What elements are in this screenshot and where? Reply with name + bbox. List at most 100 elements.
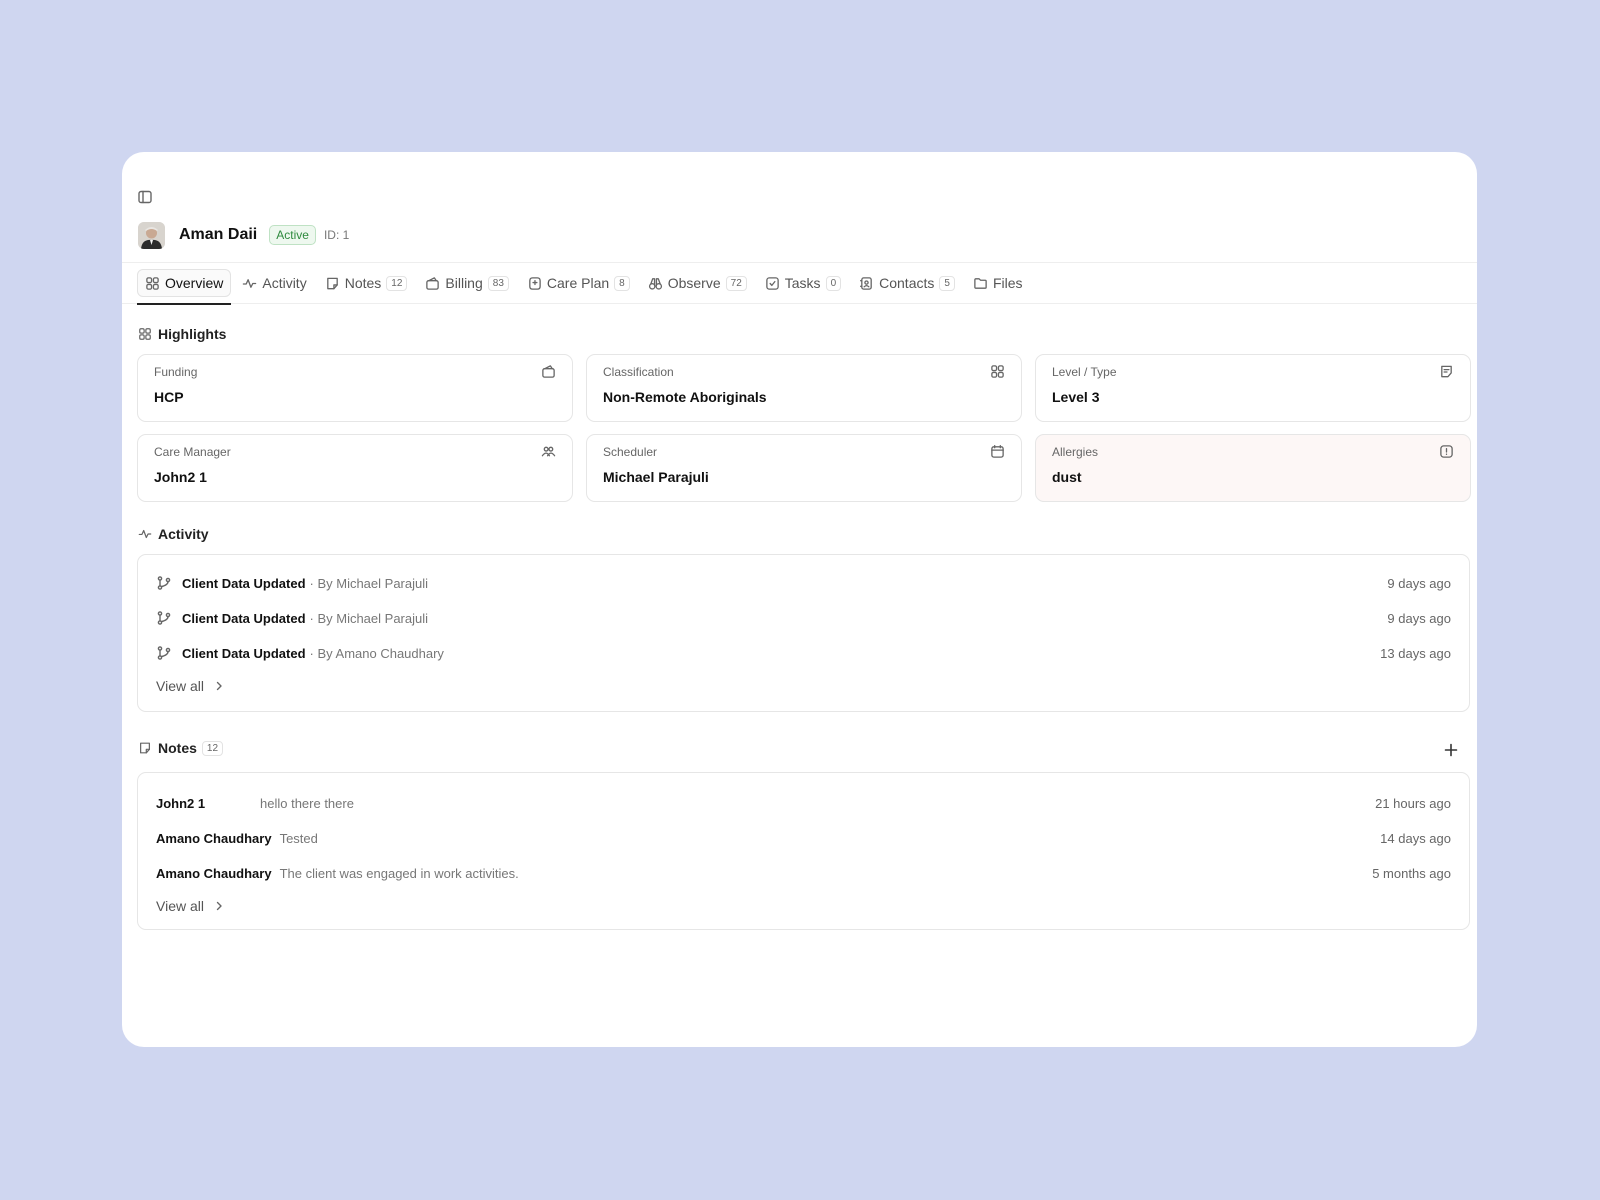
tab-billing[interactable]: Billing 83 (418, 269, 515, 297)
tab-count: 0 (825, 275, 842, 291)
client-window: Aman Daii Active ID: 1 Overview Activity… (122, 152, 1477, 1047)
notes-heading: Notes 12 (138, 740, 224, 756)
activity-item[interactable]: Client Data Updated · By Michael Parajul… (156, 572, 1451, 594)
care-manager-card: Care Manager John2 1 (137, 434, 573, 502)
note-time: 5 months ago (1372, 865, 1451, 881)
section-title: Notes (158, 740, 197, 756)
card-label: Scheduler (603, 445, 658, 459)
card-label: Funding (154, 365, 198, 379)
card-label: Classification (603, 365, 674, 379)
card-label: Care Manager (154, 445, 231, 459)
scheduler-card: Scheduler Michael Parajuli (586, 434, 1022, 502)
notes-icon (326, 277, 338, 289)
activity-author: · By Amano Chaudhary (309, 645, 444, 661)
folder-icon (974, 277, 987, 289)
card-value: John2 1 (154, 469, 207, 485)
tab-count: 5 (939, 275, 955, 291)
tab-notes[interactable]: Notes 12 (318, 269, 415, 297)
git-branch-icon (157, 576, 171, 590)
section-title: Activity (158, 526, 209, 542)
tab-count: 83 (487, 275, 509, 291)
activity-title: Client Data Updated (182, 645, 306, 661)
status-badge: Active (269, 225, 316, 245)
alert-icon (1440, 445, 1453, 458)
tab-label: Billing (445, 275, 483, 291)
card-label: Allergies (1052, 445, 1099, 459)
tab-contacts[interactable]: Contacts 5 (852, 269, 962, 297)
tab-label: Files (992, 275, 1023, 291)
chevron-right-icon (216, 681, 222, 691)
view-all-label: View all (156, 678, 204, 694)
client-name: Aman Daii (179, 226, 258, 243)
note-item[interactable]: John2 1 hello there there 21 hours ago (156, 792, 1451, 814)
tab-count: 72 (725, 275, 747, 291)
notes-icon (140, 742, 150, 754)
note-time: 14 days ago (1380, 830, 1451, 846)
client-id: ID: 1 (323, 228, 350, 242)
tab-observe[interactable]: Observe 72 (641, 269, 754, 297)
note-text: Tested (279, 830, 318, 846)
sidebar-toggle-icon[interactable] (137, 189, 153, 205)
tab-files[interactable]: Files (966, 269, 1030, 297)
highlights-icon (139, 328, 151, 340)
check-square-icon (765, 276, 779, 290)
notes-count: 12 (201, 740, 224, 756)
card-value: dust (1052, 469, 1082, 485)
activity-title: Client Data Updated (182, 610, 306, 626)
care-plan-icon (529, 276, 541, 290)
activity-item[interactable]: Client Data Updated · By Amano Chaudhary… (156, 642, 1451, 664)
view-all-label: View all (156, 898, 204, 914)
activity-author: · By Michael Parajuli (309, 575, 429, 591)
section-title: Highlights (158, 326, 227, 342)
tab-count: 8 (614, 275, 630, 291)
note-item[interactable]: Amano Chaudhary The client was engaged i… (156, 862, 1451, 884)
activity-view-all-link[interactable]: View all (156, 678, 224, 694)
tab-tasks[interactable]: Tasks 0 (758, 269, 848, 297)
card-label: Level / Type (1052, 365, 1117, 379)
allergies-card: Allergies dust (1035, 434, 1471, 502)
activity-author: · By Michael Parajuli (309, 610, 429, 626)
tab-label: Contacts (879, 275, 935, 291)
tab-label: Observe (667, 275, 721, 291)
highlights-heading: Highlights (138, 326, 226, 342)
classification-card: Classification Non-Remote Aboriginals (586, 354, 1022, 422)
git-branch-icon (157, 611, 171, 625)
card-value: HCP (154, 389, 184, 405)
grid-icon (991, 365, 1004, 378)
note-text: The client was engaged in work activitie… (279, 865, 519, 881)
tab-label: Overview (165, 275, 224, 291)
activity-icon (138, 529, 152, 539)
binoculars-icon (648, 277, 662, 290)
note-item[interactable]: Amano Chaudhary Tested 14 days ago (156, 827, 1451, 849)
activity-item[interactable]: Client Data Updated · By Michael Parajul… (156, 607, 1451, 629)
calendar-icon (991, 445, 1004, 458)
card-value: Michael Parajuli (603, 469, 709, 485)
notes-view-all-link[interactable]: View all (156, 898, 224, 914)
tab-count: 12 (386, 275, 408, 291)
funding-card: Funding HCP (137, 354, 573, 422)
tab-label: Activity (262, 275, 307, 291)
contact-book-icon (860, 276, 872, 290)
document-icon (1441, 365, 1452, 378)
note-author: Amano Chaudhary (156, 865, 272, 881)
tab-label: Tasks (784, 275, 821, 291)
activity-heading: Activity (138, 526, 209, 542)
card-value: Non-Remote Aboriginals (603, 389, 767, 405)
notes-panel: John2 1 hello there there 21 hours ago A… (137, 772, 1470, 930)
note-text: hello there there (260, 795, 354, 811)
note-author: John2 1 (156, 795, 206, 811)
tab-overview[interactable]: Overview (137, 269, 232, 305)
tab-label: Notes (344, 275, 382, 291)
tab-care-plan[interactable]: Care Plan 8 (520, 269, 637, 297)
wallet-icon (426, 276, 440, 290)
note-author: Amano Chaudhary (156, 830, 272, 846)
avatar (138, 221, 165, 249)
tab-activity[interactable]: Activity (235, 269, 313, 297)
add-note-button[interactable] (1443, 742, 1459, 758)
activity-panel: Client Data Updated · By Michael Parajul… (137, 554, 1470, 712)
level-type-card: Level / Type Level 3 (1035, 354, 1471, 422)
chevron-right-icon (216, 901, 222, 911)
activity-time: 9 days ago (1387, 575, 1451, 591)
users-icon (541, 446, 556, 457)
activity-time: 13 days ago (1380, 645, 1451, 661)
